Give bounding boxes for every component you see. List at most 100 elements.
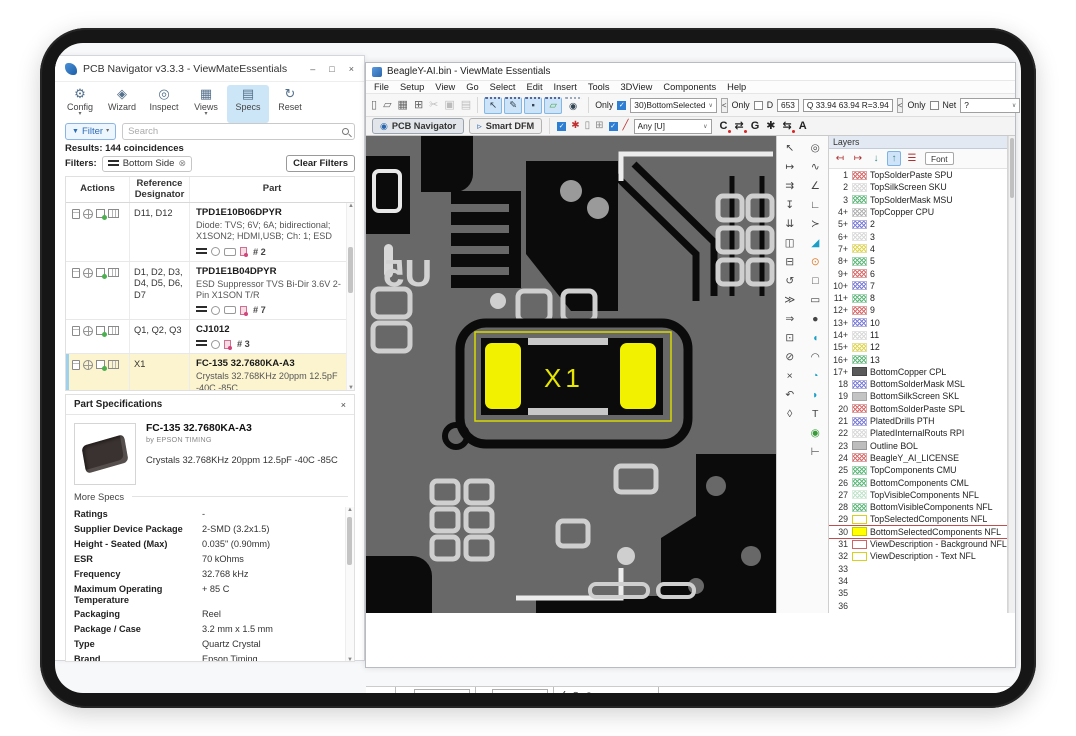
layer-row[interactable]: 7+4 [829, 243, 1007, 255]
polyline-icon[interactable]: ∟ [803, 195, 829, 214]
layer-row[interactable]: 1TopSolderPaste SPU [829, 169, 1007, 181]
copy-icon[interactable] [96, 326, 105, 335]
globe-icon[interactable] [83, 209, 93, 219]
select-all-checkbox[interactable]: ✓ [557, 122, 566, 131]
layer-row[interactable]: 10+7 [829, 280, 1007, 292]
scroll-up-icon[interactable]: ↑ [887, 151, 901, 166]
close-specs-icon[interactable]: × [341, 400, 346, 410]
crosshair-icon[interactable]: ⊕ [572, 690, 580, 693]
file-icon[interactable] [72, 326, 80, 336]
specs-scrollbar[interactable]: ▲ ▼ [345, 507, 354, 662]
layer-row[interactable]: 19BottomSilkScreen SKL [829, 390, 1007, 402]
arc-icon[interactable]: ∿ [803, 157, 829, 176]
aperture-readout-field[interactable]: Q 33.94 63.94 R=3.94 [803, 99, 893, 112]
layer-row[interactable]: 33 [829, 563, 1007, 575]
measure-icon[interactable]: ⊢ [803, 442, 829, 461]
filter-button[interactable]: ▼ Filter ▾ [65, 123, 116, 140]
scroll-down-arrow[interactable]: ▼ [347, 385, 355, 391]
layer-row[interactable]: 34 [829, 575, 1007, 587]
layer-row[interactable]: 29TopSelectedComponents NFL [829, 513, 1007, 525]
zoom-extent-icon[interactable]: ⊡ [777, 328, 803, 347]
layer-row[interactable]: 15+12 [829, 341, 1007, 353]
component-a-icon[interactable]: A [799, 121, 807, 132]
d-back-button[interactable]: < [897, 98, 904, 113]
clear-selection-icon[interactable]: ✱ [571, 121, 579, 131]
menu-edit[interactable]: Edit [527, 82, 543, 92]
toolbar-inspect-button[interactable]: ◎Inspect [143, 85, 185, 123]
board-icon[interactable] [108, 360, 119, 369]
layer-row[interactable]: 24BeagleY_AI_LICENSE [829, 452, 1007, 464]
layer-row[interactable]: 2TopSilkScreen SKU [829, 181, 1007, 193]
font-button[interactable]: Font [925, 152, 954, 165]
shift-layer-right-icon[interactable]: ↦ [851, 151, 865, 166]
select-layer-tool[interactable]: ▱ [544, 97, 562, 114]
layer-row[interactable]: 4+TopCopper CPU [829, 206, 1007, 218]
chain-icon[interactable]: ≻ [803, 214, 829, 233]
layers-scroll-thumb[interactable] [1010, 138, 1014, 198]
net-select-dropdown[interactable]: ? ∨ [960, 98, 1020, 113]
swap-right-icon[interactable]: ⇆ [783, 121, 792, 132]
layer-row[interactable]: 12+9 [829, 304, 1007, 316]
open-file-icon[interactable]: ▱ [383, 100, 391, 111]
rotate-icon[interactable]: ↺ [777, 271, 803, 290]
layer-row[interactable]: 13+10 [829, 317, 1007, 329]
layer-row[interactable]: 3TopSolderMask MSU [829, 194, 1007, 206]
protractor-icon[interactable]: ∠ [559, 690, 568, 693]
move-right-icon[interactable]: ↦ [777, 157, 803, 176]
more-specs-label[interactable]: More Specs [74, 491, 124, 502]
maximize-button[interactable]: □ [329, 64, 334, 74]
save-file-icon[interactable]: ▦ [398, 100, 408, 111]
text-tool-icon[interactable]: T [803, 404, 829, 423]
copy-icon[interactable] [96, 360, 105, 369]
menu-help[interactable]: Help [727, 82, 746, 92]
file-icon[interactable] [72, 360, 80, 370]
close-button[interactable]: × [349, 64, 354, 74]
layer-row[interactable]: 9+6 [829, 267, 1007, 279]
layer-row[interactable]: 25TopComponents CMU [829, 464, 1007, 476]
menu-setup[interactable]: Setup [400, 82, 424, 92]
scroll-down-icon[interactable]: ↓ [869, 151, 883, 166]
dot-circle-icon[interactable]: ⊙ [803, 252, 829, 271]
select-cursor-tool[interactable]: ↖ [484, 97, 502, 114]
table-row[interactable]: D11, D12TPD1E10B06DPYRDiode: TVS; 6V; 6A… [66, 203, 354, 262]
pointer-icon[interactable]: ↗ [584, 690, 592, 693]
globe-icon[interactable] [83, 326, 93, 336]
select-draw-tool[interactable]: ✎ [504, 97, 522, 114]
file-icon[interactable] [72, 268, 80, 278]
copy-icon[interactable] [96, 268, 105, 277]
units-dropdown[interactable]: mil ∨ [366, 687, 396, 694]
delete-icon[interactable]: × [777, 366, 803, 385]
line-probe-icon[interactable]: ╱ [623, 121, 629, 131]
layer-row[interactable]: 18BottomSolderMask MSL [829, 378, 1007, 390]
swap-left-icon[interactable]: ⇄ [735, 121, 744, 132]
half-left-icon[interactable]: ◖ [803, 328, 829, 347]
layer-row[interactable]: 30BottomSelectedComponents NFL [829, 526, 1007, 538]
only-d-checkbox[interactable] [754, 101, 763, 110]
toolbar-wizard-button[interactable]: ◈Wizard [101, 85, 143, 123]
scroll-up-arrow[interactable]: ▲ [347, 203, 355, 209]
print-icon[interactable]: ⊞ [414, 100, 423, 111]
toolbar-reset-button[interactable]: ↻Reset [269, 85, 311, 123]
layer-row[interactable]: 5+2 [829, 218, 1007, 230]
table-scrollbar[interactable]: ▲ ▼ [346, 203, 354, 391]
select-cursor-icon[interactable]: ↖ [777, 138, 803, 157]
new-file-icon[interactable]: ▯ [371, 100, 377, 111]
pcb-navigator-button[interactable]: ◉ PCB Navigator [372, 118, 464, 134]
mirror-horizontal-icon[interactable]: ◫ [777, 233, 803, 252]
copy-icon[interactable]: ▣ [444, 100, 454, 111]
move-down-icon[interactable]: ↧ [777, 195, 803, 214]
menu-go[interactable]: Go [466, 82, 478, 92]
any-filter-dropdown[interactable]: Any [U] ∨ [634, 119, 712, 134]
doc-toggle-icon[interactable]: ▯ [585, 121, 591, 131]
minimize-button[interactable]: – [310, 64, 315, 74]
layer-row[interactable]: 17+BottomCopper CPL [829, 366, 1007, 378]
mirror-vertical-icon[interactable]: ⊟ [777, 252, 803, 271]
layer-row[interactable]: 26BottomComponents CML [829, 476, 1007, 488]
layer-row[interactable]: 31ViewDescription - Background NFL [829, 538, 1007, 550]
cut-icon[interactable]: ✂ [429, 100, 438, 111]
menu-select[interactable]: Select [490, 82, 516, 92]
menu-view[interactable]: View [435, 82, 455, 92]
layer-row[interactable]: 14+11 [829, 329, 1007, 341]
board-icon[interactable] [108, 268, 119, 277]
globe-icon[interactable] [83, 360, 93, 370]
